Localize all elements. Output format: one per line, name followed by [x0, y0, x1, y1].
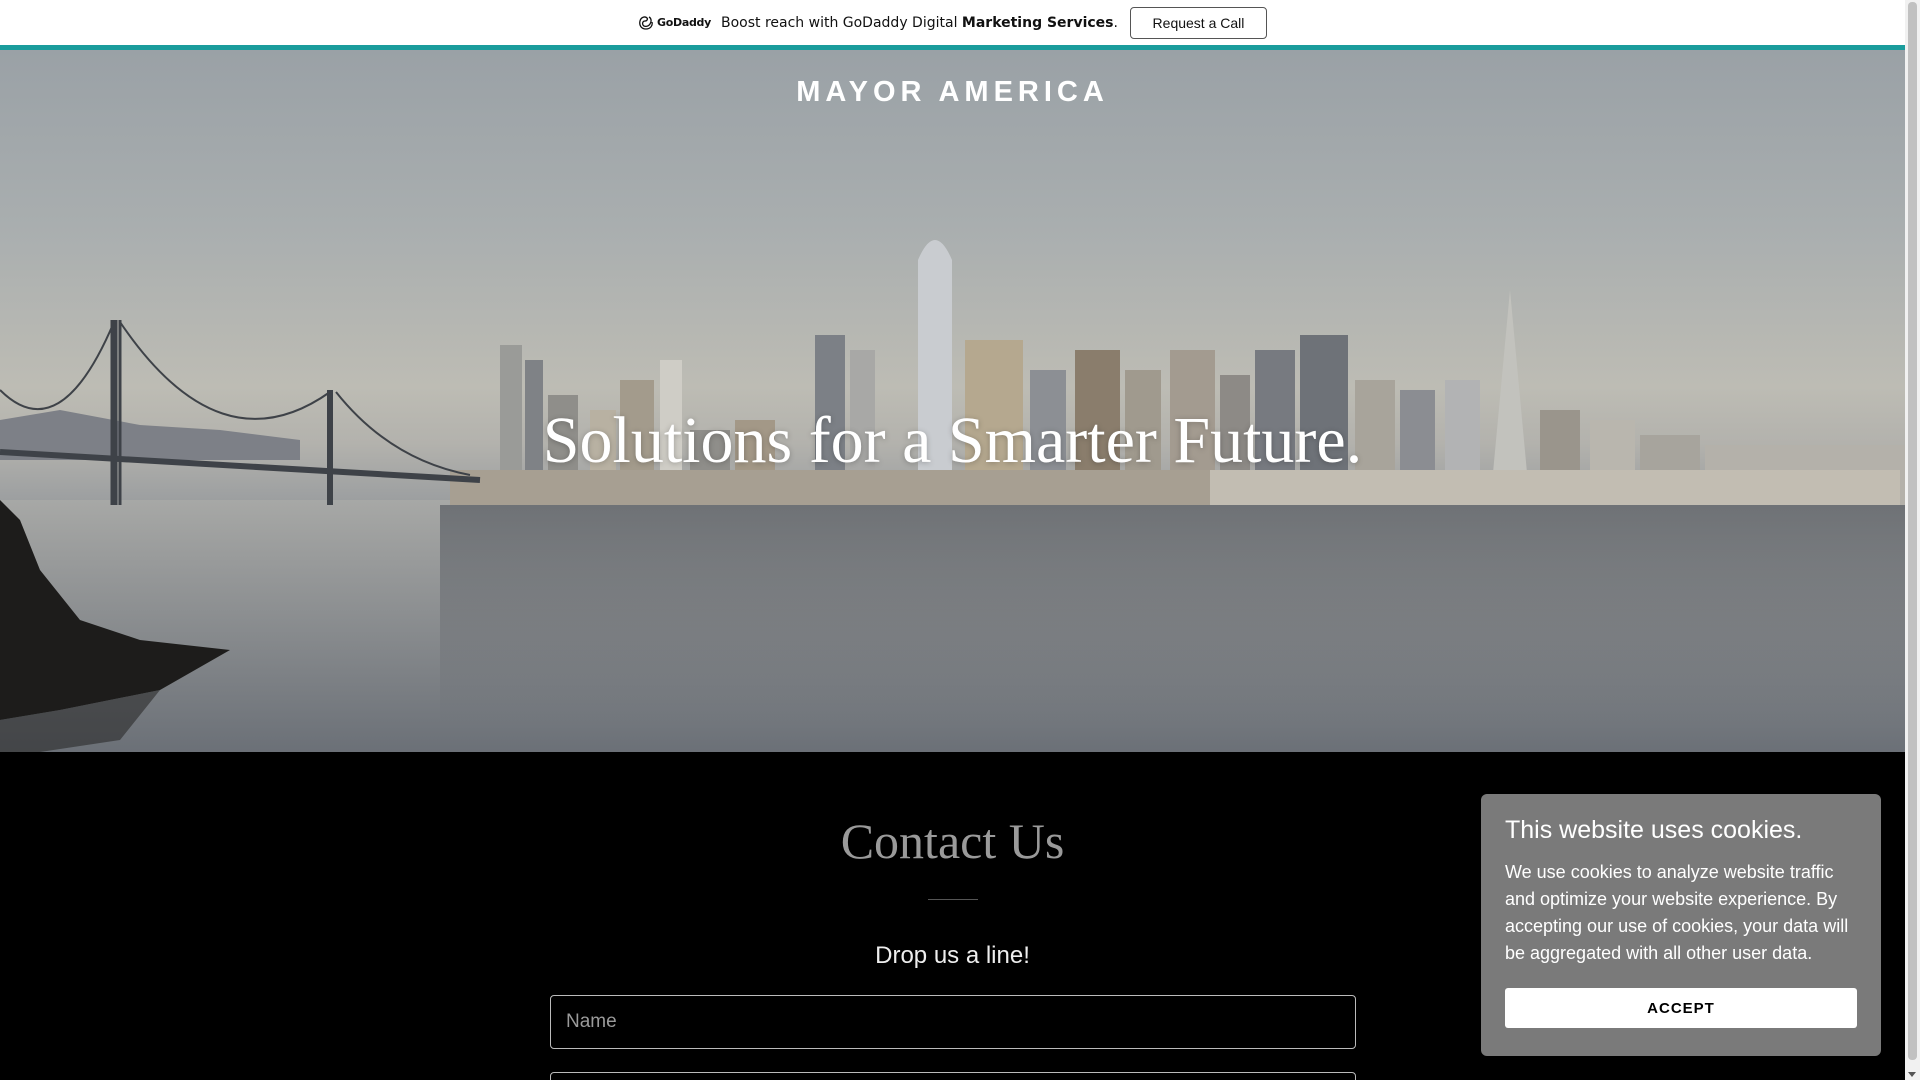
cookie-body: We use cookies to analyze website traffi… — [1505, 862, 1849, 963]
promo-banner: GoDaddy Boost reach with GoDaddy Digital… — [0, 0, 1905, 50]
name-input[interactable] — [550, 995, 1356, 1049]
promo-text-end: . — [1113, 14, 1118, 31]
section-divider — [928, 899, 978, 900]
email-input[interactable] — [550, 1072, 1356, 1080]
scrollbar-thumb[interactable] — [1908, 2, 1917, 1060]
godaddy-logo: GoDaddy — [638, 15, 711, 30]
hero-section: MAYOR AMERICA Solutions for a Smarter Fu… — [0, 50, 1905, 752]
cookie-title: This website uses cookies. — [1505, 816, 1803, 844]
accept-cookies-button[interactable]: ACCEPT — [1505, 988, 1857, 1028]
vertical-scrollbar[interactable] — [1905, 0, 1920, 1080]
godaddy-icon — [639, 15, 653, 30]
page: GoDaddy Boost reach with GoDaddy Digital… — [0, 0, 1905, 1080]
promo-text-lead: Boost reach with GoDaddy Digital — [720, 14, 962, 31]
site-brand-title[interactable]: MAYOR AMERICA — [0, 76, 1905, 109]
cookie-consent-popup: This website uses cookies. We use cookie… — [1481, 794, 1881, 1056]
scroll-down-arrow-icon[interactable] — [1908, 1072, 1916, 1077]
godaddy-logo-text: GoDaddy — [657, 16, 711, 29]
city-skyline-image — [0, 240, 1905, 752]
hero-headline: Solutions for a Smarter Future. — [542, 404, 1363, 477]
request-call-button[interactable]: Request a Call — [1129, 6, 1267, 39]
promo-text-bold[interactable]: Marketing Services — [962, 15, 1114, 31]
promo-text: Boost reach with GoDaddy Digital Marketi… — [721, 15, 1118, 31]
